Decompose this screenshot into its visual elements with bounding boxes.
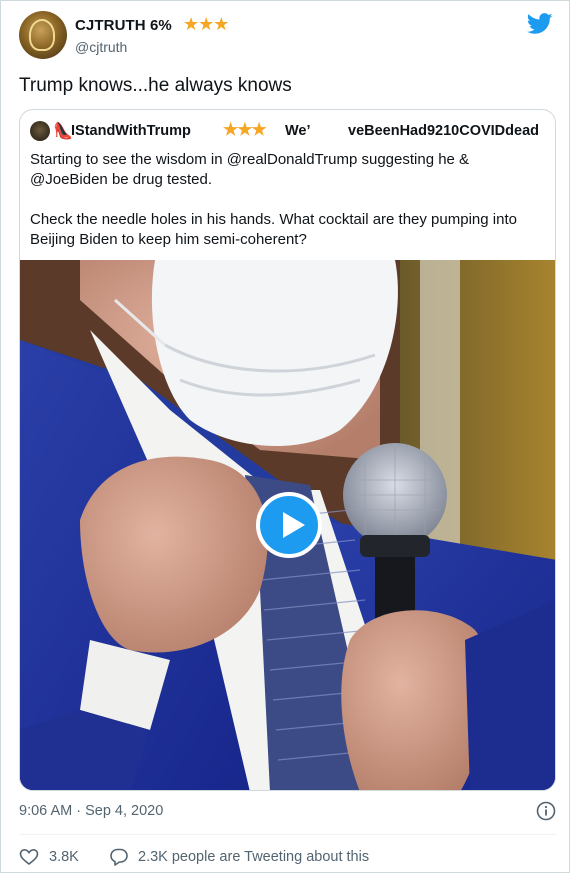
- tweet-text: Trump knows...he always knows: [19, 75, 292, 96]
- name-stars: ★★★: [183, 14, 229, 34]
- divider: [19, 834, 556, 835]
- tweeting-about-text: 2.3K people are Tweeting about this: [138, 849, 370, 865]
- avatar-portrait: [29, 19, 55, 51]
- quoted-paragraph-2: Check the needle holes in his hands. Wha…: [30, 211, 517, 248]
- quoted-avatar[interactable]: [30, 121, 50, 141]
- quoted-display-name[interactable]: IStandWithTrump: [71, 123, 191, 139]
- like-count: 3.8K: [49, 849, 79, 865]
- quoted-name-stars: ★★★: [223, 120, 267, 139]
- tweet-timestamp[interactable]: 9:06 AM · Sep 4, 2020: [19, 803, 163, 819]
- tweet-header: CJTRUTH 6% ★★★ @cjtruth: [19, 11, 555, 63]
- heart-icon: [19, 848, 39, 866]
- info-icon[interactable]: [536, 801, 556, 821]
- quoted-display-name-part2: We’: [285, 123, 311, 139]
- twitter-bird-icon[interactable]: [527, 13, 553, 35]
- display-name[interactable]: CJTRUTH 6%: [75, 17, 172, 34]
- video-thumbnail[interactable]: [20, 260, 555, 790]
- high-heel-icon: 👠: [53, 123, 73, 140]
- speech-bubble-icon: [110, 848, 128, 866]
- play-icon: [283, 512, 305, 538]
- quoted-tweet-text: Starting to see the wisdom in @realDonal…: [30, 150, 545, 270]
- quoted-tweet[interactable]: 👠 IStandWithTrump ★★★ We’ veBeenHad9210C…: [19, 109, 556, 791]
- quoted-display-name-part3: veBeenHad9210COVIDdead: [348, 123, 539, 139]
- user-handle[interactable]: @cjtruth: [75, 39, 127, 55]
- avatar[interactable]: [19, 11, 67, 59]
- quoted-paragraph-1: Starting to see the wisdom in @realDonal…: [30, 151, 470, 188]
- play-button[interactable]: [256, 492, 322, 558]
- tweet-card: CJTRUTH 6% ★★★ @cjtruth Trump knows...he…: [0, 0, 570, 873]
